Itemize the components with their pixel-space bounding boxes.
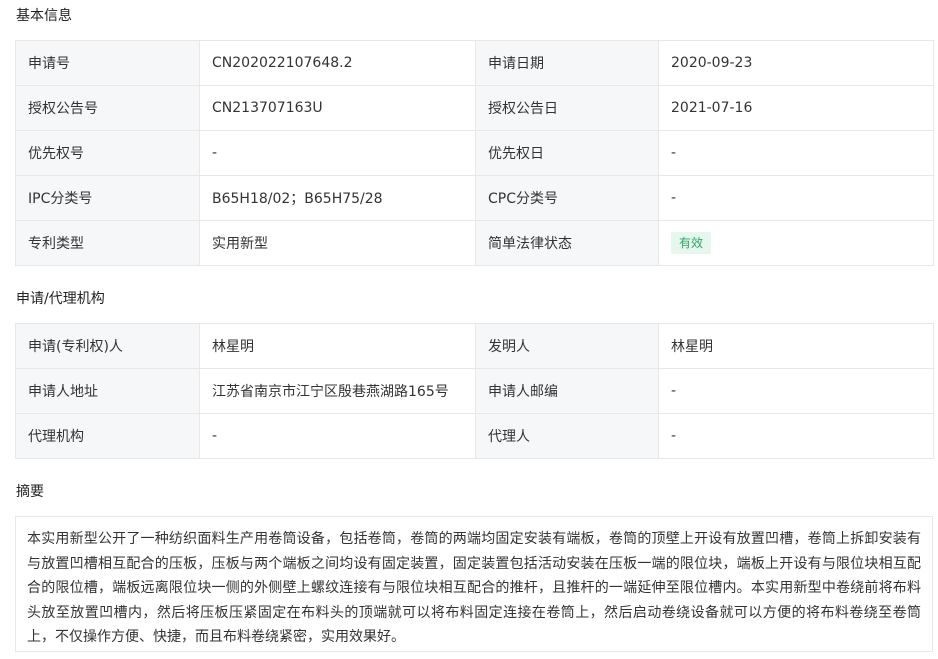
- field-label: 发明人: [475, 323, 659, 369]
- field-value: -: [658, 413, 934, 459]
- field-label: 代理机构: [15, 413, 200, 459]
- field-value: 有效: [658, 220, 934, 266]
- basic-info-row: 专利类型 实用新型 简单法律状态 有效: [15, 220, 934, 266]
- field-label: 优先权日: [475, 130, 659, 176]
- basic-info-row: 优先权号 - 优先权日 -: [15, 130, 934, 176]
- field-label: 专利类型: [15, 220, 200, 266]
- field-label: 优先权号: [15, 130, 200, 176]
- abstract-text: 本实用新型公开了一种纺织面料生产用卷筒设备，包括卷筒，卷筒的两端均固定安装有端板…: [15, 516, 933, 652]
- field-value: CN213707163U: [199, 85, 476, 131]
- field-label: 授权公告日: [475, 85, 659, 131]
- section-title-agency-info: 申请/代理机构: [16, 291, 105, 307]
- basic-info-row: 申请号 CN202022107648.2 申请日期 2020-09-23: [15, 40, 934, 86]
- field-value: 江苏省南京市江宁区殷巷燕湖路165号: [199, 368, 476, 414]
- field-label: CPC分类号: [475, 175, 659, 221]
- basic-info-table: 申请号 CN202022107648.2 申请日期 2020-09-23 授权公告号 CN…: [15, 40, 934, 266]
- field-label: 申请日期: [475, 40, 659, 86]
- field-value: -: [199, 413, 476, 459]
- field-label: 申请人地址: [15, 368, 200, 414]
- field-value: -: [658, 130, 934, 176]
- section-title-basic-info: 基本信息: [16, 8, 72, 24]
- field-value: -: [658, 368, 934, 414]
- field-value: -: [658, 175, 934, 221]
- status-badge: 有效: [671, 232, 712, 254]
- agency-info-row: 申请人地址 江苏省南京市江宁区殷巷燕湖路165号 申请人邮编 -: [15, 368, 934, 414]
- field-value: CN202022107648.2: [199, 40, 476, 86]
- section-title-abstract: 摘要: [16, 484, 44, 500]
- field-value: -: [199, 130, 476, 176]
- field-label: 申请号: [15, 40, 200, 86]
- agency-info-row: 申请(专利权)人 林星明 发明人 林星明: [15, 323, 934, 369]
- field-label: IPC分类号: [15, 175, 200, 221]
- agency-info-table: 申请(专利权)人 林星明 发明人 林星明 申请人地址 江苏省南京市江宁区殷巷燕湖路165号…: [15, 323, 934, 459]
- field-label: 申请(专利权)人: [15, 323, 200, 369]
- basic-info-row: IPC分类号 B65H18/02；B65H75/28 CPC分类号 -: [15, 175, 934, 221]
- field-label: 授权公告号: [15, 85, 200, 131]
- field-value: 林星明: [199, 323, 476, 369]
- field-value: 2021-07-16: [658, 85, 934, 131]
- field-value: 2020-09-23: [658, 40, 934, 86]
- field-value: 实用新型: [199, 220, 476, 266]
- field-label: 简单法律状态: [475, 220, 659, 266]
- field-value: 林星明: [658, 323, 934, 369]
- field-value: B65H18/02；B65H75/28: [199, 175, 476, 221]
- basic-info-row: 授权公告号 CN213707163U 授权公告日 2021-07-16: [15, 85, 934, 131]
- field-label: 代理人: [475, 413, 659, 459]
- field-label: 申请人邮编: [475, 368, 659, 414]
- agency-info-row: 代理机构 - 代理人 -: [15, 413, 934, 459]
